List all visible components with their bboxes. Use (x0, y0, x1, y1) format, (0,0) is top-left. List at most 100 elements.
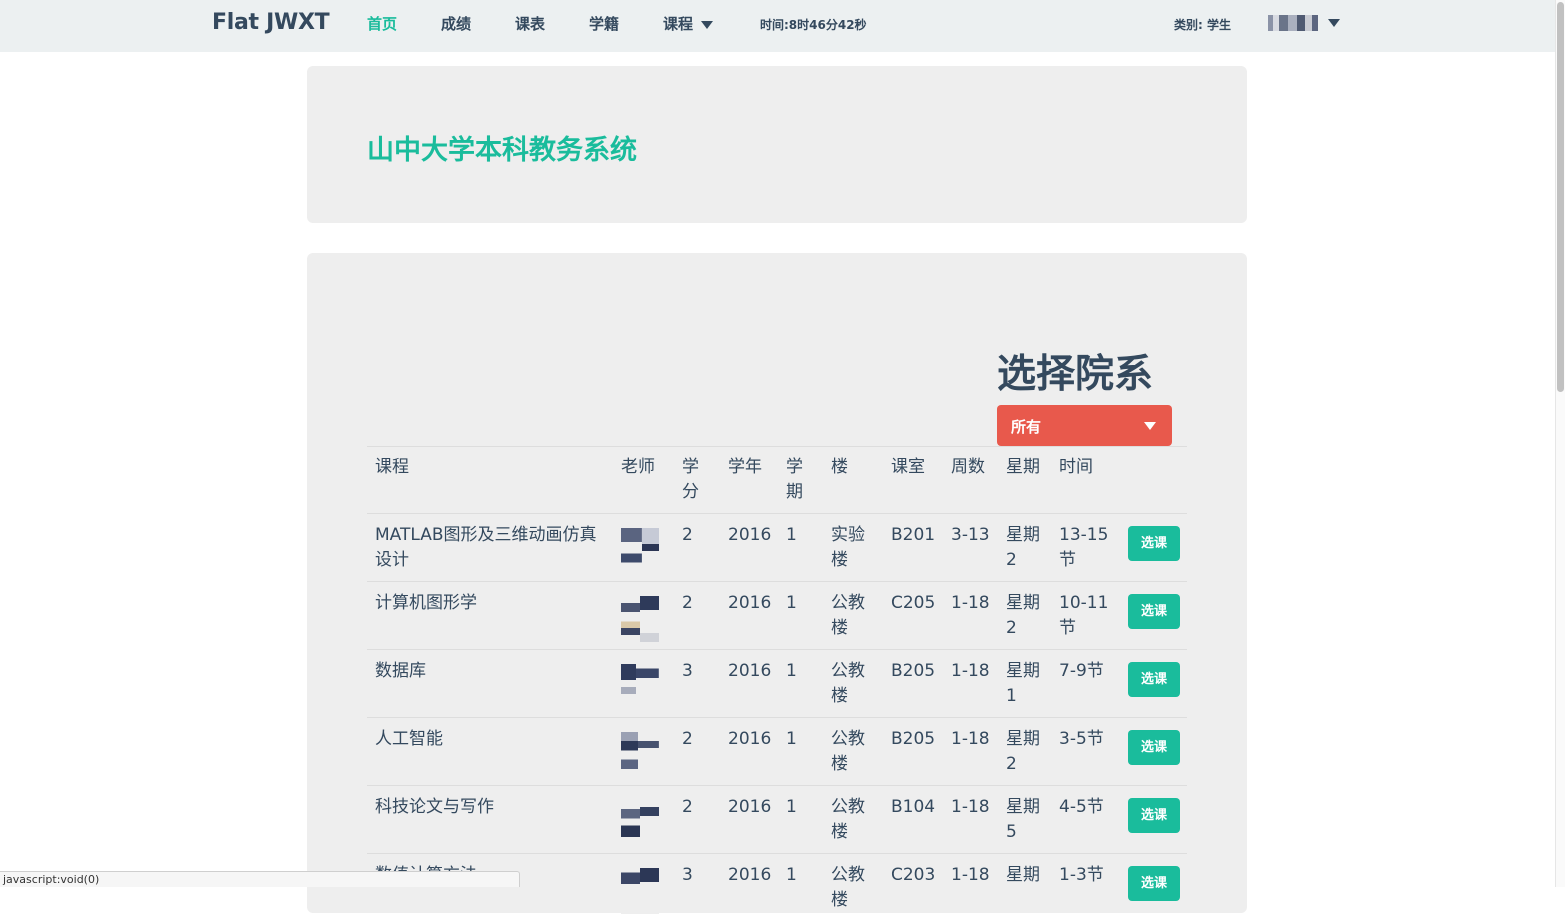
table-row: 科技论文与写作 2 2016 1 公教楼 B104 1-18 星期5 4-5节 … (367, 786, 1187, 854)
cell-building: 公教楼 (823, 582, 883, 650)
cell-term: 1 (778, 514, 823, 582)
cell-weeks: 1-18 (943, 718, 998, 786)
cell-building: 公教楼 (823, 650, 883, 718)
nav-status[interactable]: 学籍 (589, 13, 619, 34)
pixelated-teacher-name (621, 732, 659, 778)
department-select[interactable]: 所有 (997, 405, 1172, 446)
cell-weekday: 星期2 (998, 718, 1051, 786)
select-course-button[interactable]: 选课 (1128, 866, 1180, 901)
select-course-button[interactable]: 选课 (1128, 526, 1180, 561)
cell-time: 4-5节 (1051, 786, 1120, 854)
course-panel: 选择院系 所有 课程 老师 学分 学年 学期 楼 课室 周数 星期 时间 (307, 253, 1247, 913)
cell-teacher (613, 582, 674, 650)
cell-room: B205 (883, 718, 943, 786)
select-course-button[interactable]: 选课 (1128, 662, 1180, 697)
cell-action: 选课 (1120, 514, 1187, 582)
caret-down-icon (701, 21, 713, 29)
cell-weekday: 星期5 (998, 786, 1051, 854)
column-header-year: 学年 (720, 447, 778, 514)
select-course-button[interactable]: 选课 (1128, 798, 1180, 833)
username-avatar (1268, 15, 1318, 31)
cell-course: 科技论文与写作 (367, 786, 613, 854)
cell-course: 计算机图形学 (367, 582, 613, 650)
cell-credit: 2 (674, 582, 720, 650)
table-row: MATLAB图形及三维动画仿真设计 2 2016 1 实验楼 B201 3-13… (367, 514, 1187, 582)
cell-credit: 2 (674, 718, 720, 786)
department-select-value: 所有 (1011, 416, 1041, 437)
nav-grades[interactable]: 成绩 (441, 13, 471, 34)
site-title: 山中大学本科教务系统 (367, 128, 637, 167)
cell-building: 公教楼 (823, 854, 883, 921)
cell-building: 公教楼 (823, 718, 883, 786)
select-course-button[interactable]: 选课 (1128, 594, 1180, 629)
cell-building: 公教楼 (823, 786, 883, 854)
cell-time: 7-9节 (1051, 650, 1120, 718)
cell-teacher (613, 650, 674, 718)
page-scrollbar-thumb[interactable] (1557, 2, 1564, 392)
nav-schedule[interactable]: 课表 (515, 13, 545, 34)
user-menu[interactable] (1268, 12, 1340, 34)
cell-weeks: 1-18 (943, 786, 998, 854)
cell-action: 选课 (1120, 854, 1187, 921)
user-role-text: 类别: 学生 (1174, 16, 1231, 33)
cell-room: C203 (883, 854, 943, 921)
cell-term: 1 (778, 582, 823, 650)
table-row: 计算机图形学 2 2016 1 公教楼 C205 1-18 星期2 10-11节… (367, 582, 1187, 650)
table-row: 人工智能 2 2016 1 公教楼 B205 1-18 星期2 3-5节 选课 (367, 718, 1187, 786)
cell-action: 选课 (1120, 786, 1187, 854)
browser-status-bar: javascript:void(0) (0, 871, 520, 887)
pixelated-teacher-name (621, 664, 659, 710)
cell-weekday: 星期1 (998, 650, 1051, 718)
header-jumbotron: 山中大学本科教务系统 (307, 66, 1247, 223)
column-header-weeks: 周数 (943, 447, 998, 514)
cell-year: 2016 (720, 718, 778, 786)
cell-term: 1 (778, 854, 823, 921)
cell-course: 人工智能 (367, 718, 613, 786)
nav-courses-dropdown[interactable]: 课程 (663, 13, 713, 34)
cell-weekday: 星期2 (998, 582, 1051, 650)
cell-term: 1 (778, 650, 823, 718)
cell-year: 2016 (720, 854, 778, 921)
brand-logo[interactable]: Flat JWXT (212, 10, 329, 35)
caret-down-icon (1328, 19, 1340, 27)
cell-credit: 3 (674, 854, 720, 921)
cell-teacher (613, 786, 674, 854)
table-row: 数据库 3 2016 1 公教楼 B205 1-18 星期1 7-9节 选课 (367, 650, 1187, 718)
cell-room: C205 (883, 582, 943, 650)
cell-time: 1-3节 (1051, 854, 1120, 921)
column-header-room: 课室 (883, 447, 943, 514)
select-course-button[interactable]: 选课 (1128, 730, 1180, 765)
nav-home[interactable]: 首页 (367, 13, 397, 34)
cell-course: MATLAB图形及三维动画仿真设计 (367, 514, 613, 582)
nav-courses-label: 课程 (663, 15, 693, 33)
cell-room: B201 (883, 514, 943, 582)
cell-course: 数据库 (367, 650, 613, 718)
cell-weeks: 1-18 (943, 650, 998, 718)
column-header-term: 学期 (778, 447, 823, 514)
cell-year: 2016 (720, 514, 778, 582)
cell-teacher (613, 514, 674, 582)
cell-building: 实验楼 (823, 514, 883, 582)
column-header-course: 课程 (367, 447, 613, 514)
course-table: 课程 老师 学分 学年 学期 楼 课室 周数 星期 时间 MATLAB图形及三维… (367, 446, 1187, 921)
cell-credit: 3 (674, 650, 720, 718)
cell-course: 数值计算方法 (367, 854, 613, 921)
pixelated-teacher-name (621, 596, 659, 642)
cell-action: 选课 (1120, 650, 1187, 718)
table-header-row: 课程 老师 学分 学年 学期 楼 课室 周数 星期 时间 (367, 447, 1187, 514)
column-header-action (1120, 447, 1187, 514)
column-header-building: 楼 (823, 447, 883, 514)
cell-credit: 2 (674, 786, 720, 854)
cell-time: 10-11节 (1051, 582, 1120, 650)
column-header-teacher: 老师 (613, 447, 674, 514)
cell-room: B205 (883, 650, 943, 718)
cell-term: 1 (778, 786, 823, 854)
cell-term: 1 (778, 718, 823, 786)
cell-teacher (613, 854, 674, 921)
cell-weeks: 1-18 (943, 854, 998, 921)
table-row: 数值计算方法 3 2016 1 公教楼 C203 1-18 星期 1-3节 选课 (367, 854, 1187, 921)
column-header-time: 时间 (1051, 447, 1120, 514)
cell-time: 3-5节 (1051, 718, 1120, 786)
department-heading: 选择院系 (997, 343, 1153, 399)
cell-action: 选课 (1120, 718, 1187, 786)
